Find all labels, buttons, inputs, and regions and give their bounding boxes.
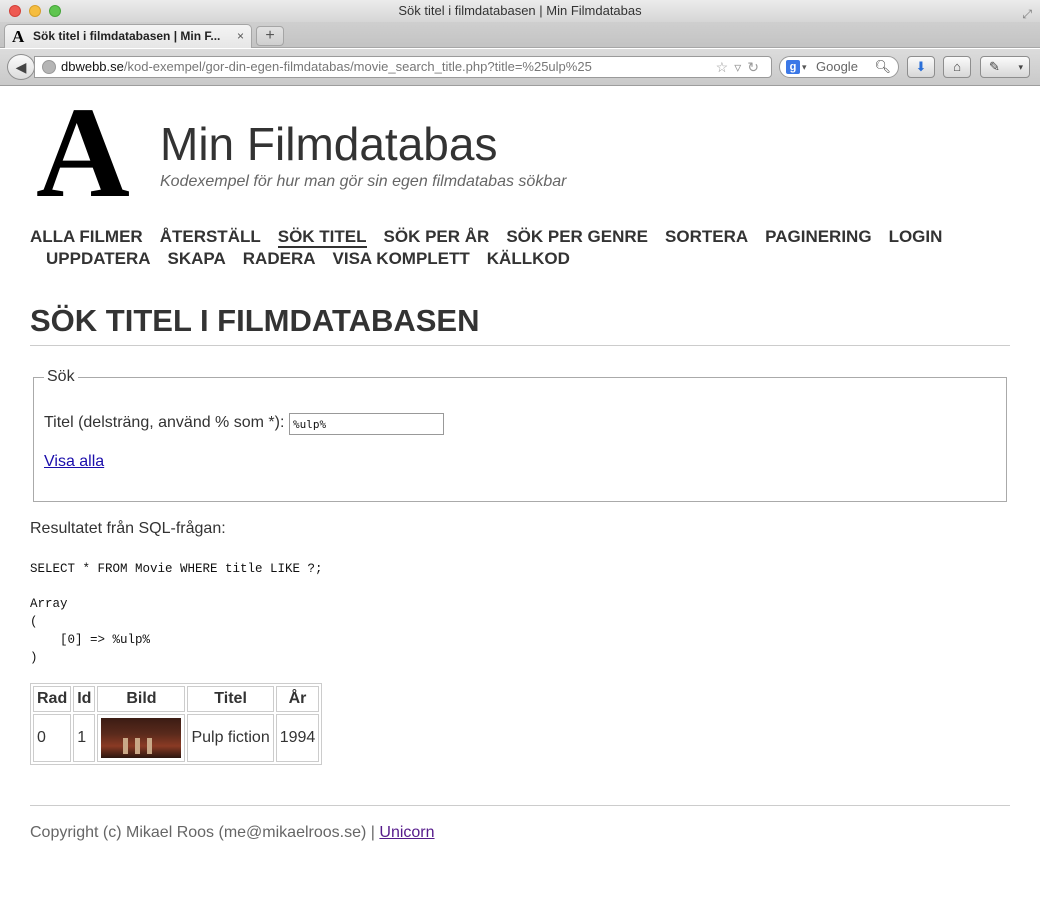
tab-bar: A Sök titel i filmdatabasen | Min F... ×… <box>0 22 1040 48</box>
developer-tools-button[interactable]: ✎ ▾ <box>980 56 1030 78</box>
search-engine-dropdown-icon[interactable]: ▾ <box>802 57 807 77</box>
nav-kallkod[interactable]: KÄLLKOD <box>487 248 570 270</box>
sql-params-dump: Array ( [0] => %ulp% ) <box>30 597 151 665</box>
window-titlebar: Sök titel i filmdatabasen | Min Filmdata… <box>0 0 1040 22</box>
window-title: Sök titel i filmdatabasen | Min Filmdata… <box>398 3 642 18</box>
column-header-id: Id <box>73 686 96 712</box>
back-button[interactable]: ◀ <box>7 54 35 80</box>
search-bar[interactable]: g ▾ Google 🔍︎ <box>779 56 899 78</box>
tab-active[interactable]: A Sök titel i filmdatabasen | Min F... × <box>4 24 252 48</box>
new-tab-button[interactable]: + <box>256 26 284 46</box>
history-dropdown-icon[interactable]: ▿ <box>734 59 747 75</box>
nav-sok-titel[interactable]: SÖK TITEL <box>277 227 367 248</box>
nav-login[interactable]: LOGIN <box>889 226 943 248</box>
nav-sok-per-ar[interactable]: SÖK PER ÅR <box>384 226 490 248</box>
nav-alla-filmer[interactable]: ALLA FILMER <box>30 226 143 248</box>
footer: Copyright (c) Mikael Roos (me@mikaelroos… <box>30 824 435 842</box>
home-button[interactable]: ⌂ <box>943 56 971 78</box>
navbar-row-1: ALLA FILMER ÅTERSTÄLL SÖK TITEL SÖK PER ÅR S… <box>30 226 959 248</box>
cell-rad: 0 <box>33 714 72 762</box>
table-row: 0 1 Pulp fiction 1994 <box>33 714 320 762</box>
movie-thumbnail[interactable] <box>101 718 182 758</box>
nav-sortera[interactable]: SORTERA <box>665 226 748 248</box>
copyright-text: Copyright (c) Mikael Roos (me@mikaelroos… <box>30 824 375 841</box>
search-engine-label: Google <box>816 59 858 74</box>
site-logo[interactable]: A <box>36 88 130 218</box>
url-domain: dbwebb.se <box>61 59 124 74</box>
nav-aterstall[interactable]: ÅTERSTÄLL <box>160 226 261 248</box>
cell-bild <box>97 714 186 762</box>
minimize-window-button[interactable] <box>29 5 41 17</box>
search-icon[interactable]: 🔍︎ <box>874 57 891 77</box>
download-button[interactable]: ⬇ <box>907 56 935 78</box>
navigation-toolbar: ◀ dbwebb.se/kod-exempel/gor-din-egen-fil… <box>0 49 1040 86</box>
google-icon[interactable]: g <box>786 60 800 74</box>
url-actions: ☆▿↻ <box>716 57 765 77</box>
cell-titel: Pulp fiction <box>187 714 274 762</box>
site-slogan: Kodexempel för hur man gör sin egen film… <box>160 173 567 190</box>
show-all-link[interactable]: Visa alla <box>44 453 104 471</box>
reload-icon[interactable]: ↻ <box>747 59 765 75</box>
column-header-titel: Titel <box>187 686 274 712</box>
title-label: Titel (delsträng, använd % som *): <box>44 414 285 431</box>
footer-divider <box>30 805 1010 806</box>
nav-visa-komplett[interactable]: VISA KOMPLETT <box>333 248 470 270</box>
site-title: Min Filmdatabas <box>160 118 498 170</box>
favicon-icon: A <box>12 27 25 46</box>
close-window-button[interactable] <box>9 5 21 17</box>
bookmark-star-icon[interactable]: ☆ <box>716 59 735 75</box>
close-tab-icon[interactable]: × <box>237 25 244 47</box>
nav-radera[interactable]: RADERA <box>243 248 316 270</box>
nav-paginering[interactable]: PAGINERING <box>765 226 871 248</box>
nav-sok-per-genre[interactable]: SÖK PER GENRE <box>506 226 648 248</box>
result-table: Rad Id Bild Titel År 0 1 Pulp fiction 19… <box>30 683 323 765</box>
search-fieldset: Sök Titel (delsträng, använd % som *): V… <box>33 368 1007 502</box>
sql-query: SELECT * FROM Movie WHERE title LIKE ?; <box>30 562 323 576</box>
title-search-input[interactable] <box>289 413 444 435</box>
page-title: SÖK TITEL I FILMDATABASEN <box>30 302 1010 346</box>
result-label: Resultatet från SQL-frågan: <box>30 520 226 537</box>
cell-ar: 1994 <box>275 714 320 762</box>
column-header-bild: Bild <box>97 686 186 712</box>
cell-id: 1 <box>73 714 96 762</box>
table-header-row: Rad Id Bild Titel År <box>33 686 320 712</box>
nav-uppdatera[interactable]: UPPDATERA <box>46 248 151 270</box>
url-path: /kod-exempel/gor-din-egen-filmdatabas/mo… <box>123 59 592 74</box>
globe-icon <box>42 60 56 74</box>
fieldset-legend: Sök <box>44 368 78 386</box>
address-bar[interactable]: dbwebb.se/kod-exempel/gor-din-egen-filmd… <box>34 56 772 78</box>
column-header-ar: År <box>275 686 320 712</box>
chevron-down-icon: ▾ <box>1018 62 1023 72</box>
navbar-row-2: UPPDATERA SKAPA RADERA VISA KOMPLETT KÄLLKOD <box>46 248 587 270</box>
column-header-rad: Rad <box>33 686 72 712</box>
zoom-window-button[interactable] <box>49 5 61 17</box>
tab-label: Sök titel i filmdatabasen | Min F... <box>33 29 221 43</box>
unicorn-link[interactable]: Unicorn <box>379 824 434 841</box>
nav-skapa[interactable]: SKAPA <box>168 248 226 270</box>
